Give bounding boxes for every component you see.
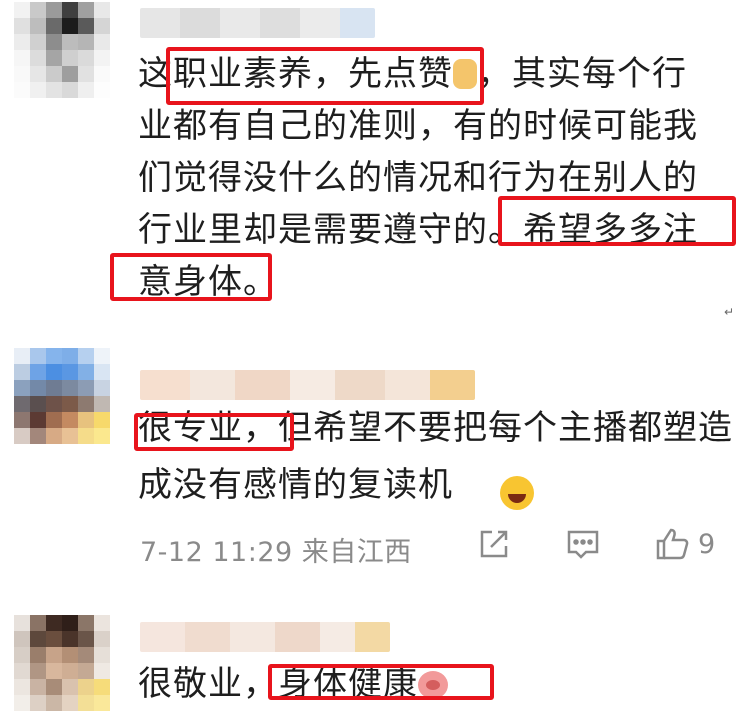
laughing-tears-emoji-icon (500, 476, 534, 510)
thumbs-up-emoji-icon (453, 59, 477, 89)
comment-button[interactable] (565, 526, 601, 562)
like-count: 9 (698, 528, 716, 560)
avatar[interactable] (14, 2, 110, 98)
comment-item-3: 很敬业，身体健康 (0, 600, 739, 727)
username-blurred[interactable] (140, 370, 475, 400)
username-blurred[interactable] (140, 622, 390, 652)
share-icon (480, 530, 508, 558)
comment-item-2: 很专业，但希望不要把每个主播都塑造成没有感情的复读机 7-12 11:29 来自… (0, 340, 739, 600)
comment-meta: 7-12 11:29 来自江西 (140, 537, 412, 568)
comment-item-1: 这职业素养，先点赞 ，其实每个行业都有自己的准则，有的时候可能我们觉得没什么的情况… (0, 0, 739, 330)
comment-text-part: 很敬业，身体健康 (138, 664, 418, 704)
like-icon (656, 528, 689, 560)
comment-text: 这职业素养，先点赞 ，其实每个行业都有自己的准则，有的时候可能我们觉得没什么的情况… (138, 48, 718, 308)
comment-text: 很敬业，身体健康 (138, 658, 738, 710)
comment-icon (567, 530, 599, 559)
share-button[interactable] (476, 526, 512, 562)
like-button[interactable]: 9 (654, 526, 715, 562)
comment-text: 很专业，但希望不要把每个主播都塑造成没有感情的复读机 (138, 408, 733, 505)
username-blurred[interactable] (140, 8, 375, 38)
avatar[interactable] (14, 615, 110, 715)
avatar[interactable] (14, 348, 110, 444)
comment-text-part: 这职业素养，先点赞 (138, 54, 453, 94)
pig-face-emoji-icon (418, 671, 448, 699)
pilcrow-mark: ↵ (724, 305, 735, 319)
